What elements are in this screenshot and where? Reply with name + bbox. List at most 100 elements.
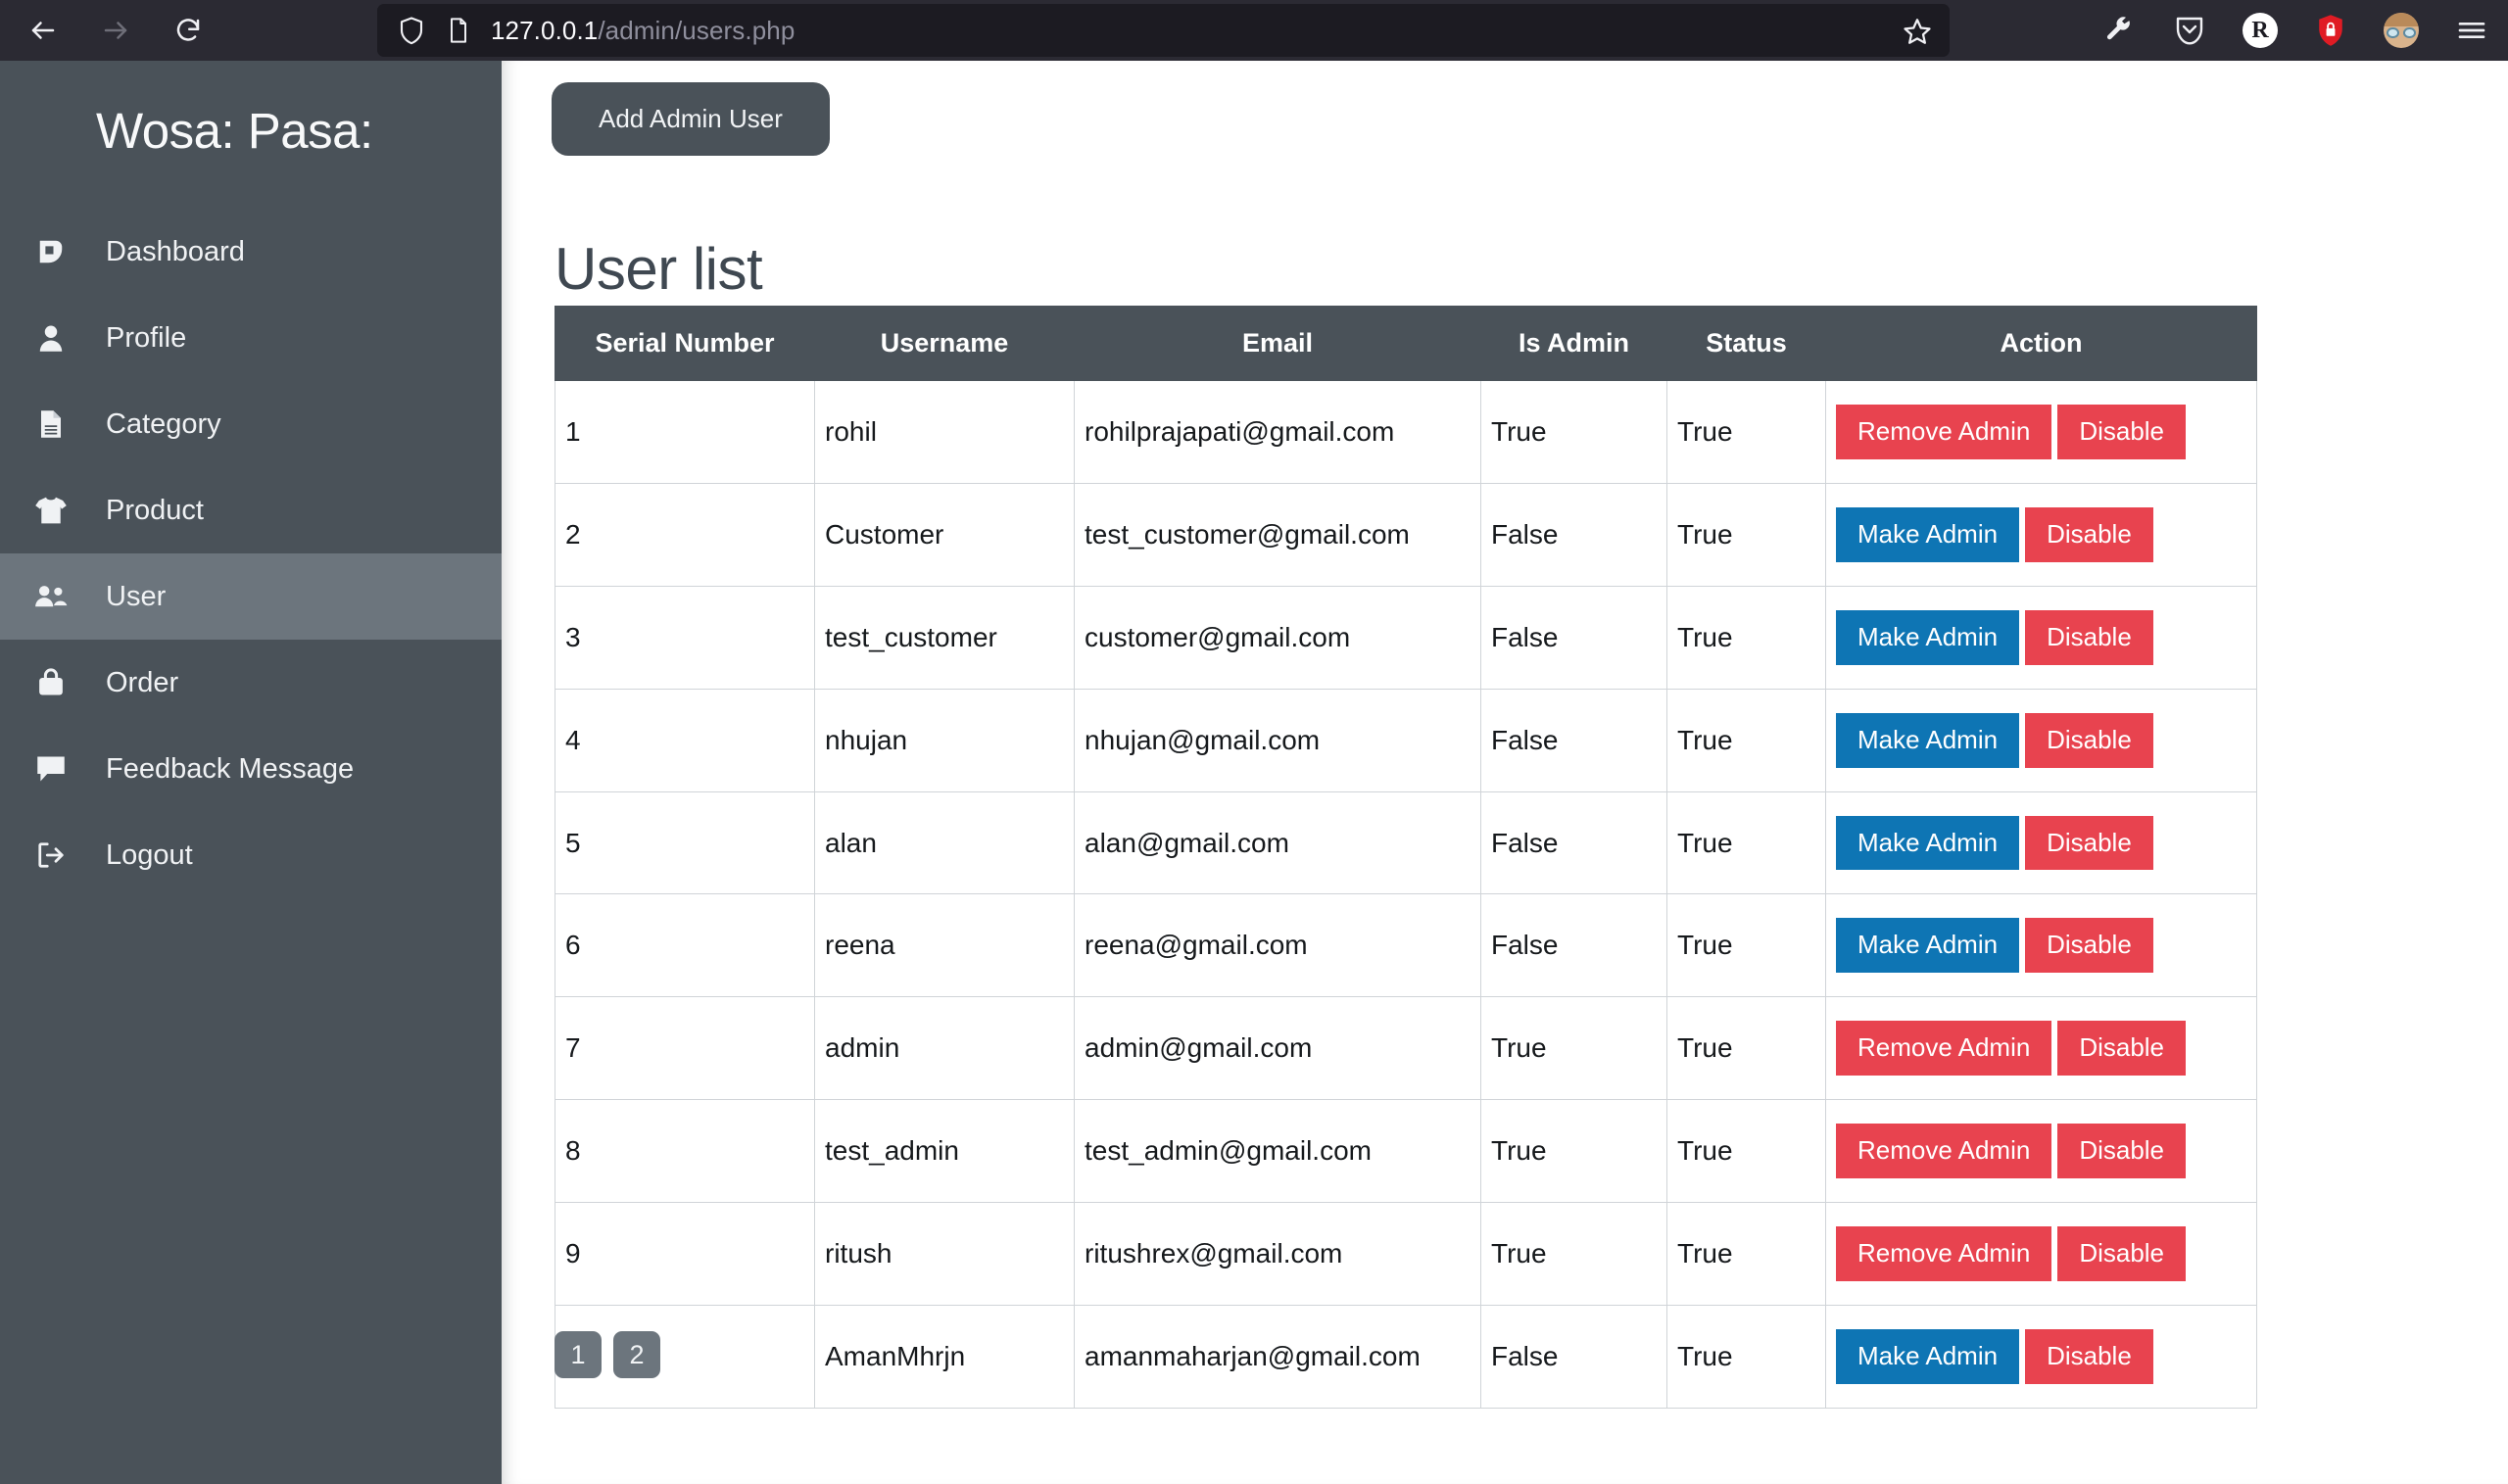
avatar-hair: [2384, 13, 2419, 26]
disable-button[interactable]: Disable: [2025, 713, 2153, 768]
disable-button[interactable]: Disable: [2025, 610, 2153, 665]
sidebar-item-product[interactable]: Product: [0, 467, 502, 553]
action-button-group: Make AdminDisable: [1836, 1329, 2246, 1384]
cell-serial-number: 3: [555, 586, 815, 689]
cell-action: Remove AdminDisable: [1826, 1100, 2257, 1203]
sidebar-item-label: Product: [106, 495, 204, 527]
brand-title: Wosa: Pasa:: [0, 61, 502, 160]
disable-button[interactable]: Disable: [2057, 1226, 2186, 1281]
remove-admin-button[interactable]: Remove Admin: [1836, 1021, 2051, 1076]
action-button-group: Make AdminDisable: [1836, 507, 2246, 562]
reload-icon: [173, 16, 203, 45]
cell-status: True: [1667, 1306, 1826, 1409]
cell-is-admin: False: [1481, 1306, 1667, 1409]
table-row: 3test_customercustomer@gmail.comFalseTru…: [555, 586, 2257, 689]
user-table: Serial Number Username Email Is Admin St…: [555, 306, 2257, 1409]
page-title: User list: [555, 235, 762, 303]
back-button[interactable]: [18, 5, 69, 56]
document-icon: [27, 405, 74, 444]
sidebar-item-label: User: [106, 581, 166, 613]
cell-username: reena: [815, 894, 1075, 997]
disable-button[interactable]: Disable: [2057, 405, 2186, 459]
pagination-page-2[interactable]: 2: [613, 1331, 660, 1378]
table-body: 1rohilrohilprajapati@gmail.comTrueTrueRe…: [555, 381, 2257, 1409]
forward-arrow-icon: [101, 16, 130, 45]
r-extension-icon[interactable]: R: [2238, 8, 2283, 53]
column-header-is-admin: Is Admin: [1481, 307, 1667, 381]
sidebar-item-label: Feedback Message: [106, 753, 354, 786]
tracking-protection-shield-icon[interactable]: [391, 10, 432, 51]
cell-is-admin: True: [1481, 381, 1667, 484]
sidebar-item-profile[interactable]: Profile: [0, 295, 502, 381]
make-admin-button[interactable]: Make Admin: [1836, 816, 2019, 871]
reload-button[interactable]: [163, 5, 214, 56]
sidebar-item-category[interactable]: Category: [0, 381, 502, 467]
wrench-icon[interactable]: [2097, 8, 2142, 53]
pocket-icon[interactable]: [2167, 8, 2212, 53]
sidebar-item-user[interactable]: User: [0, 553, 502, 640]
pagination-page-1[interactable]: 1: [555, 1331, 602, 1378]
make-admin-button[interactable]: Make Admin: [1836, 507, 2019, 562]
remove-admin-button[interactable]: Remove Admin: [1836, 405, 2051, 459]
table-row: 8test_admintest_admin@gmail.comTrueTrueR…: [555, 1100, 2257, 1203]
cell-action: Make AdminDisable: [1826, 689, 2257, 791]
browser-toolbar-right: R: [2097, 0, 2494, 61]
person-icon: [27, 318, 74, 358]
remove-admin-button[interactable]: Remove Admin: [1836, 1226, 2051, 1281]
cell-action: Remove AdminDisable: [1826, 997, 2257, 1100]
disable-button[interactable]: Disable: [2025, 918, 2153, 973]
cell-is-admin: True: [1481, 997, 1667, 1100]
page-body: Wosa: Pasa: Dashboard Profile: [0, 61, 2508, 1484]
dashboard-icon: [27, 232, 74, 271]
red-shield-lock-icon[interactable]: [2308, 8, 2353, 53]
cell-action: Remove AdminDisable: [1826, 1203, 2257, 1306]
sidebar-item-order[interactable]: Order: [0, 640, 502, 726]
wrench-glyph: [2104, 16, 2134, 45]
sidebar-item-logout[interactable]: Logout: [0, 812, 502, 898]
url-host: 127.0.0.1: [491, 16, 598, 45]
disable-button[interactable]: Disable: [2025, 507, 2153, 562]
sidebar-item-dashboard[interactable]: Dashboard: [0, 209, 502, 295]
cell-is-admin: True: [1481, 1100, 1667, 1203]
cell-status: True: [1667, 586, 1826, 689]
cell-username: test_customer: [815, 586, 1075, 689]
cell-action: Remove AdminDisable: [1826, 381, 2257, 484]
cell-is-admin: False: [1481, 689, 1667, 791]
sidebar-item-feedback-message[interactable]: Feedback Message: [0, 726, 502, 812]
make-admin-button[interactable]: Make Admin: [1836, 713, 2019, 768]
cell-username: ritush: [815, 1203, 1075, 1306]
cell-username: AmanMhrjn: [815, 1306, 1075, 1409]
disable-button[interactable]: Disable: [2057, 1021, 2186, 1076]
page-document-icon[interactable]: [438, 10, 479, 51]
star-bookmark-icon[interactable]: [1895, 9, 1940, 54]
add-admin-user-button[interactable]: Add Admin User: [552, 82, 830, 156]
column-header-action: Action: [1826, 307, 2257, 381]
back-arrow-icon: [28, 16, 58, 45]
sidebar-item-label: Dashboard: [106, 236, 245, 268]
sidebar-item-label: Profile: [106, 322, 186, 355]
hamburger-menu-icon[interactable]: [2449, 8, 2494, 53]
make-admin-button[interactable]: Make Admin: [1836, 918, 2019, 973]
disable-button[interactable]: Disable: [2025, 816, 2153, 871]
account-avatar-icon[interactable]: [2379, 8, 2424, 53]
hamburger-glyph: [2456, 15, 2487, 46]
logout-icon: [27, 836, 74, 875]
remove-admin-button[interactable]: Remove Admin: [1836, 1124, 2051, 1178]
action-button-group: Make AdminDisable: [1836, 816, 2246, 871]
sidebar-item-label: Order: [106, 667, 178, 699]
url-bar[interactable]: 127.0.0.1/admin/users.php: [377, 4, 1950, 57]
user-table-container: Serial Number Username Email Is Admin St…: [555, 306, 2237, 1409]
make-admin-button[interactable]: Make Admin: [1836, 1329, 2019, 1384]
disable-button[interactable]: Disable: [2057, 1124, 2186, 1178]
sidebar-item-label: Category: [106, 408, 221, 441]
action-button-group: Make AdminDisable: [1836, 713, 2246, 768]
action-button-group: Make AdminDisable: [1836, 610, 2246, 665]
column-header-status: Status: [1667, 307, 1826, 381]
r-badge: R: [2243, 13, 2278, 48]
bag-icon: [27, 663, 74, 702]
url-text[interactable]: 127.0.0.1/admin/users.php: [491, 16, 795, 46]
forward-button[interactable]: [90, 5, 141, 56]
disable-button[interactable]: Disable: [2025, 1329, 2153, 1384]
make-admin-button[interactable]: Make Admin: [1836, 610, 2019, 665]
cell-serial-number: 6: [555, 894, 815, 997]
